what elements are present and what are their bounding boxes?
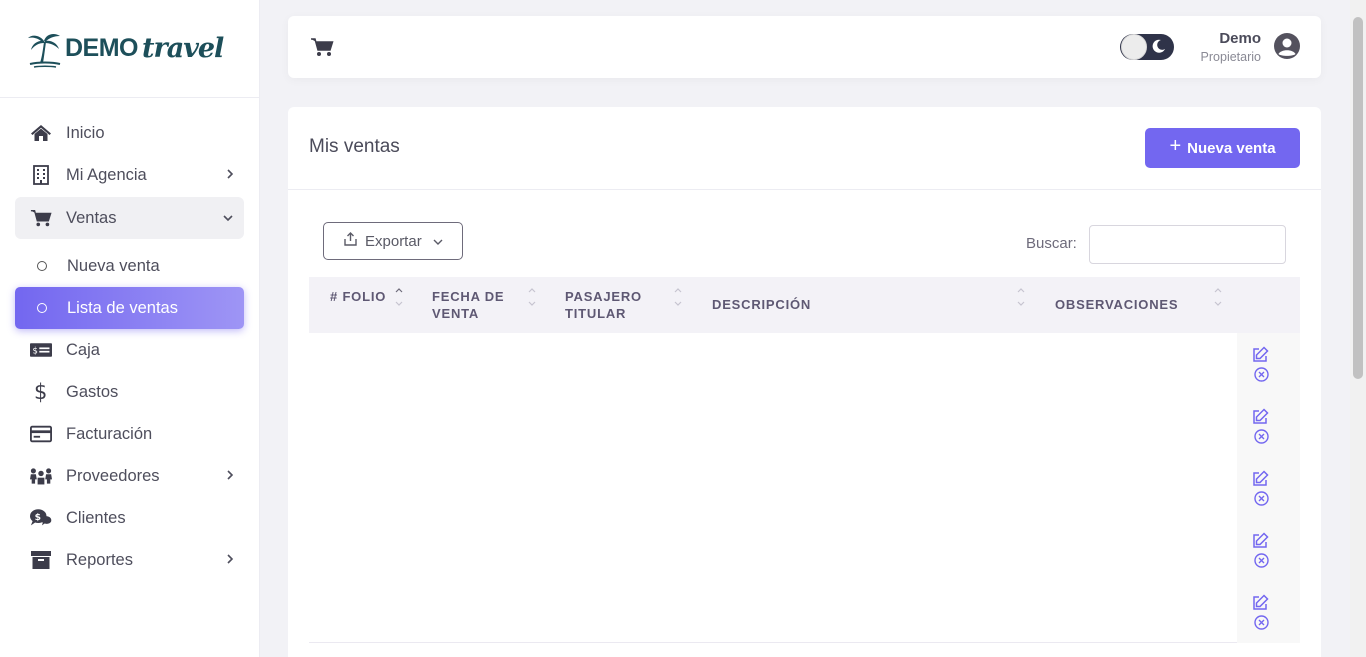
sidebar-subitem-label: Lista de ventas xyxy=(67,298,178,317)
top-navbar: Demo Propietario xyxy=(288,16,1321,78)
svg-text:$: $ xyxy=(35,512,41,523)
sidebar-subitem-nueva-venta[interactable]: Nueva venta xyxy=(15,245,244,287)
sidebar-item-label: Proveedores xyxy=(66,466,160,485)
svg-text:$: $ xyxy=(33,345,38,355)
column-header-pasajero-titular[interactable]: PASAJERO TITULAR xyxy=(565,288,655,322)
sort-icon[interactable] xyxy=(394,286,404,313)
cart-icon xyxy=(30,207,52,229)
chevron-right-icon xyxy=(226,168,234,183)
cart-icon[interactable] xyxy=(310,36,334,63)
column-header-fecha-de-venta[interactable]: FECHA DE VENTA xyxy=(432,288,522,322)
sidebar-item-proveedores[interactable]: Proveedores xyxy=(15,455,244,497)
delete-circle-icon[interactable] xyxy=(1254,491,1269,511)
edit-icon[interactable] xyxy=(1251,470,1269,493)
sales-list-card: Mis ventas + Nueva venta Exportar Buscar… xyxy=(288,107,1321,657)
scrollbar-thumb[interactable] xyxy=(1353,17,1363,379)
sidebar-item-label: Inicio xyxy=(66,123,105,142)
chevron-right-icon xyxy=(226,553,234,568)
table-header: # FOLIO FECHA DE VENTA PASAJERO TITULAR … xyxy=(309,277,1300,333)
sort-icon[interactable] xyxy=(527,286,537,313)
card-header: Mis ventas + Nueva venta xyxy=(288,107,1321,190)
table-empty-area xyxy=(309,337,1237,640)
page-scrollbar[interactable] xyxy=(1350,0,1366,657)
chevron-down-icon xyxy=(432,233,444,250)
sidebar-item-clientes[interactable]: $ Clientes xyxy=(15,497,244,539)
new-sale-label: Nueva venta xyxy=(1187,139,1276,157)
user-name: Demo xyxy=(1219,30,1261,47)
sidebar-item-label: Mi Agencia xyxy=(66,165,147,184)
edit-icon[interactable] xyxy=(1251,532,1269,555)
people-icon xyxy=(30,465,52,487)
user-role: Propietario xyxy=(1200,50,1261,64)
svg-text:$: $ xyxy=(34,381,47,403)
home-icon xyxy=(30,122,52,144)
delete-circle-icon[interactable] xyxy=(1254,367,1269,387)
plus-icon: + xyxy=(1169,135,1182,157)
delete-circle-icon[interactable] xyxy=(1254,553,1269,573)
brand-logo[interactable]: DEMO travel xyxy=(0,0,259,98)
sidebar-item-label: Ventas xyxy=(66,208,117,227)
table-body xyxy=(309,333,1300,643)
archive-icon xyxy=(30,549,52,571)
sidebar-item-label: Facturación xyxy=(66,424,153,443)
circle-icon xyxy=(37,261,47,271)
row-actions xyxy=(1237,581,1300,643)
delete-circle-icon[interactable] xyxy=(1254,615,1269,635)
chevron-right-icon xyxy=(226,469,234,484)
edit-icon[interactable] xyxy=(1251,594,1269,617)
column-header-observaciones[interactable]: OBSERVACIONES xyxy=(1055,296,1178,313)
user-avatar-icon[interactable] xyxy=(1273,32,1301,65)
sidebar: DEMO travel Inicio Mi Agencia Ventas Nue… xyxy=(0,0,260,657)
page-title: Mis ventas xyxy=(309,136,400,157)
new-sale-button[interactable]: + Nueva venta xyxy=(1145,128,1300,168)
sidebar-item-gastos[interactable]: $ Gastos xyxy=(15,371,244,413)
sidebar-item-label: Gastos xyxy=(66,382,119,401)
sort-icon[interactable] xyxy=(1213,286,1223,313)
row-actions xyxy=(1237,333,1300,395)
building-icon xyxy=(30,164,52,186)
column-header-folio[interactable]: # FOLIO xyxy=(330,288,386,305)
share-icon xyxy=(344,232,357,250)
sort-icon[interactable] xyxy=(1016,286,1026,313)
sidebar-item-inicio[interactable]: Inicio xyxy=(15,112,244,154)
sidebar-item-label: Caja xyxy=(66,340,100,359)
circle-icon xyxy=(37,303,47,313)
brand-name: DEMO xyxy=(65,34,139,62)
edit-icon[interactable] xyxy=(1251,346,1269,369)
search-input[interactable] xyxy=(1089,225,1286,264)
edit-icon[interactable] xyxy=(1251,408,1269,431)
sort-icon[interactable] xyxy=(673,286,683,313)
sidebar-item-mi-agencia[interactable]: Mi Agencia xyxy=(15,154,244,196)
sidebar-item-label: Reportes xyxy=(66,550,133,569)
row-actions xyxy=(1237,457,1300,519)
sidebar-item-caja[interactable]: $ Caja xyxy=(15,329,244,371)
chevron-down-icon xyxy=(222,211,234,225)
sidebar-item-ventas[interactable]: Ventas xyxy=(15,197,244,239)
row-actions xyxy=(1237,519,1300,581)
sidebar-nav: Inicio Mi Agencia Ventas Nueva venta Lis… xyxy=(0,98,259,581)
search-label: Buscar: xyxy=(1026,235,1077,252)
sidebar-item-reportes[interactable]: Reportes xyxy=(15,539,244,581)
row-actions xyxy=(1237,395,1300,457)
delete-circle-icon[interactable] xyxy=(1254,429,1269,449)
toggle-knob xyxy=(1121,34,1147,60)
chat-dollar-icon: $ xyxy=(30,507,52,529)
moon-icon xyxy=(1152,39,1166,58)
sidebar-subitem-label: Nueva venta xyxy=(67,256,160,275)
palm-tree-icon xyxy=(28,33,61,68)
export-label: Exportar xyxy=(365,232,422,250)
sidebar-subitem-lista-de-ventas[interactable]: Lista de ventas xyxy=(15,287,244,329)
cash-icon: $ xyxy=(30,339,52,361)
brand-tagline: travel xyxy=(142,33,224,64)
sidebar-item-facturacion[interactable]: Facturación xyxy=(15,413,244,455)
credit-card-icon xyxy=(30,423,52,445)
dollar-icon: $ xyxy=(30,381,52,403)
dark-mode-toggle[interactable] xyxy=(1120,34,1174,60)
export-button[interactable]: Exportar xyxy=(323,222,463,260)
column-header-descripcion[interactable]: DESCRIPCIÓN xyxy=(712,296,811,313)
sidebar-item-label: Clientes xyxy=(66,508,126,527)
